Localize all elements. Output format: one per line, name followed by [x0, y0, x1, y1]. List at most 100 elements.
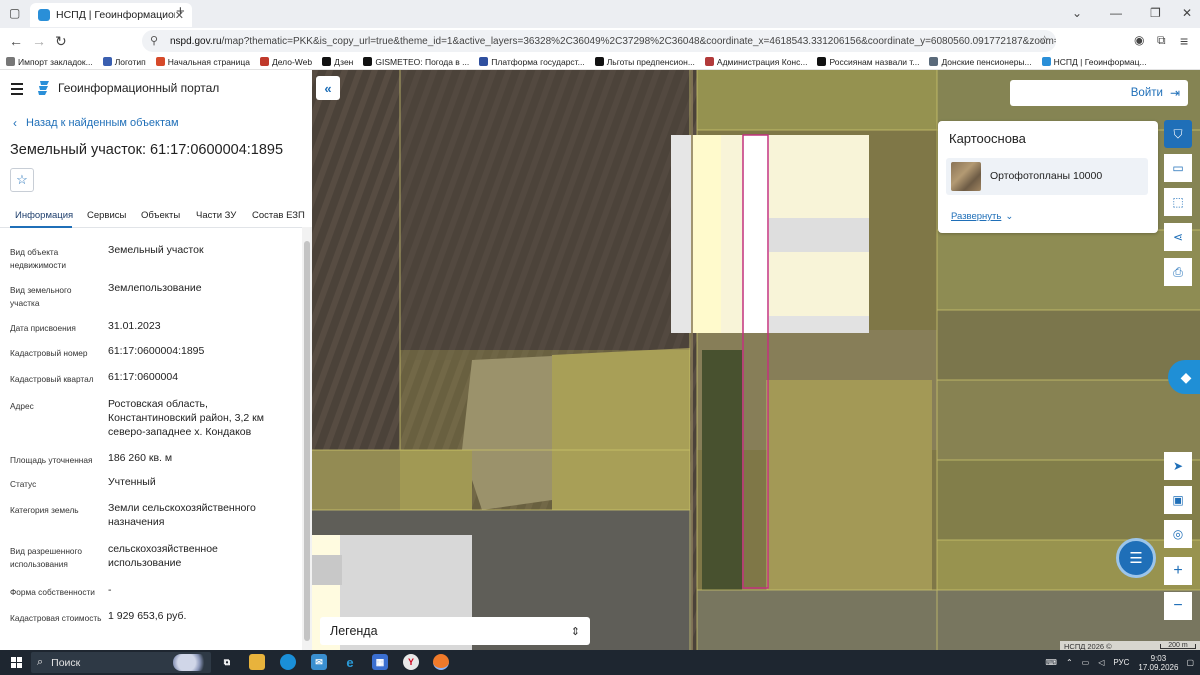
panel-scrollbar[interactable]	[302, 227, 312, 650]
orthophoto-thumbnail	[951, 162, 981, 191]
new-tab-icon[interactable]: +	[176, 3, 185, 20]
bookmarks-bar: Импорт закладок... Логотип Начальная стр…	[0, 54, 1200, 70]
bookmark-icon	[102, 57, 112, 66]
site-info-icon[interactable]: ⚲	[150, 34, 158, 47]
property-label: Адрес	[10, 401, 34, 411]
layers-tool-button[interactable]: ⛉	[1164, 120, 1192, 148]
menu-icon[interactable]: ≡	[1180, 33, 1188, 49]
volume-icon[interactable]: ◁	[1098, 658, 1104, 667]
zoom-out-button[interactable]: −	[1164, 592, 1192, 620]
back-arrow-icon[interactable]: ←	[9, 33, 23, 49]
notifications-icon[interactable]: ▢	[1186, 658, 1194, 667]
geolocation-button[interactable]: ◎	[1164, 520, 1192, 548]
bookmark-2[interactable]: Начальная страница	[155, 57, 250, 67]
bookmark-4[interactable]: Дзен	[322, 57, 353, 67]
bookmark-8[interactable]: Администрация Конс...	[704, 57, 807, 67]
minimize-icon[interactable]: —	[1110, 6, 1122, 20]
bookmark-10[interactable]: Донские пенсионеры...	[929, 57, 1032, 67]
property-label: Кадастровый номер	[10, 348, 88, 358]
task-view-icon[interactable]: ⧉	[219, 654, 235, 670]
browser-tab-bar: ▢ НСПД | Геоинформационный ✕ + ⌄ — ❐ ✕	[0, 0, 1200, 28]
account-icon[interactable]: ◉	[1134, 33, 1144, 47]
bookmark-icon	[929, 57, 939, 66]
bookmark-icon	[322, 57, 332, 66]
locate-button[interactable]: ➤	[1164, 452, 1192, 480]
area-select-icon: ⬚	[1172, 195, 1184, 209]
tab-title: НСПД | Геоинформационный	[56, 9, 175, 21]
tab-objects[interactable]: Объекты	[141, 210, 180, 221]
bookmark-5[interactable]: GISMETEO: Погода в ...	[363, 57, 469, 67]
expand-basemaps-link[interactable]: Развернуть ⌄	[951, 211, 1013, 222]
bookmark-11[interactable]: НСПД | Геоинформац...	[1041, 57, 1147, 67]
scrollbar-thumb[interactable]	[304, 241, 310, 641]
network-icon[interactable]: ▭	[1082, 658, 1090, 667]
browser-tab[interactable]: НСПД | Геоинформационный ✕	[30, 3, 192, 27]
ruler-icon: ▭	[1172, 161, 1184, 175]
property-value: Земли сельскохозяйственного назначения	[108, 502, 256, 528]
chat-assistant-button[interactable]: ☰	[1116, 538, 1156, 578]
navigation-arrow-icon: ➤	[1172, 459, 1184, 473]
tab-services[interactable]: Сервисы	[87, 210, 126, 221]
forward-arrow-icon[interactable]: →	[32, 33, 46, 49]
property-value: 61:17:0600004	[108, 371, 179, 383]
bookmark-7[interactable]: Льготы предпенсион...	[594, 57, 695, 67]
system-tray: ⌨ ⌃ ▭ ◁ РУС 9:03 17.09.2026 ▢	[1045, 650, 1200, 675]
map-view[interactable]: « Войти ⇥ Картооснова Ортофотопланы 1000…	[312, 70, 1200, 650]
print-tool-button[interactable]: ⎙	[1164, 258, 1192, 286]
bookmark-icon	[155, 57, 165, 66]
address-bar[interactable]: ⚲ nspd.gov.ru/map?thematic=PKK&is_copy_u…	[142, 30, 1056, 52]
basemap-option-label: Ортофотопланы 10000	[990, 170, 1103, 182]
share-tool-button[interactable]: ⋖	[1164, 223, 1192, 251]
property-value: Землепользование	[108, 282, 202, 294]
basemap-option-selected[interactable]: Ортофотопланы 10000	[946, 158, 1148, 195]
keyboard-icon[interactable]: ⌨	[1045, 658, 1057, 667]
taskbar-clock[interactable]: 9:03 17.09.2026	[1138, 654, 1178, 672]
windows-start-icon[interactable]	[11, 657, 22, 668]
bookmark-icon	[704, 57, 714, 66]
object-tabs: Информация Сервисы Объекты Части ЗУ Сост…	[0, 206, 312, 228]
collapse-panel-button[interactable]: «	[316, 76, 340, 100]
hamburger-menu-icon[interactable]	[11, 83, 23, 98]
tab-parcel-parts[interactable]: Части ЗУ	[196, 210, 236, 221]
tray-chevron-icon[interactable]: ⌃	[1066, 658, 1073, 667]
add-to-favorites-button[interactable]: ☆	[10, 168, 34, 192]
login-arrow-icon: ⇥	[1169, 86, 1180, 100]
legend-dropdown[interactable]: Легенда ⇕	[320, 617, 590, 645]
gosuslugi-widget-icon[interactable]: ◆	[1168, 360, 1200, 394]
store-icon[interactable]: ▦	[372, 654, 388, 670]
property-label: Вид разрешенного использования	[10, 546, 82, 569]
bookmark-1[interactable]: Логотип	[102, 57, 146, 67]
bookmark-9[interactable]: Россиянам назвали т...	[817, 57, 919, 67]
mail-icon[interactable]: ✉	[311, 654, 327, 670]
firefox-icon[interactable]	[433, 654, 449, 670]
bookmark-3[interactable]: Дело-Web	[259, 57, 312, 67]
tab-list-icon[interactable]: ▢	[9, 6, 20, 20]
property-label: Категория земель	[10, 505, 79, 515]
edge-browser-icon[interactable]	[280, 654, 296, 670]
back-to-results-link[interactable]: ‹ Назад к найденным объектам	[13, 116, 179, 130]
yandex-browser-icon[interactable]: Y	[403, 654, 419, 670]
picture-in-picture-button[interactable]: ▣	[1164, 486, 1192, 514]
bookmark-6[interactable]: Платформа государст...	[479, 57, 585, 67]
tab-ezp-composition[interactable]: Состав ЕЗП	[252, 210, 305, 221]
overview-map-icon: ▣	[1172, 493, 1184, 507]
url-host: nspd.gov.ru	[170, 35, 222, 47]
file-explorer-icon[interactable]	[249, 654, 265, 670]
tab-overflow-chevron-icon[interactable]: ⌄	[1072, 6, 1082, 20]
zoom-in-button[interactable]: +	[1164, 557, 1192, 585]
maximize-icon[interactable]: ❐	[1150, 6, 1161, 20]
minus-icon: −	[1173, 597, 1183, 614]
select-area-tool-button[interactable]: ⬚	[1164, 188, 1192, 216]
bookmark-star-icon[interactable]: ☆	[1039, 33, 1050, 47]
language-indicator[interactable]: РУС	[1113, 658, 1129, 667]
tab-information[interactable]: Информация	[15, 210, 73, 221]
extensions-icon[interactable]: ⧉	[1157, 33, 1166, 48]
search-icon: ⌕	[37, 656, 44, 668]
bookmark-0[interactable]: Импорт закладок...	[6, 57, 93, 67]
internet-explorer-icon[interactable]: e	[342, 654, 358, 670]
measure-tool-button[interactable]: ▭	[1164, 154, 1192, 182]
taskbar-search-box[interactable]: ⌕ Поиск	[31, 652, 211, 673]
reload-icon[interactable]: ↻	[55, 33, 67, 50]
close-window-icon[interactable]: ✕	[1182, 6, 1192, 20]
login-button[interactable]: Войти ⇥	[1010, 80, 1188, 106]
